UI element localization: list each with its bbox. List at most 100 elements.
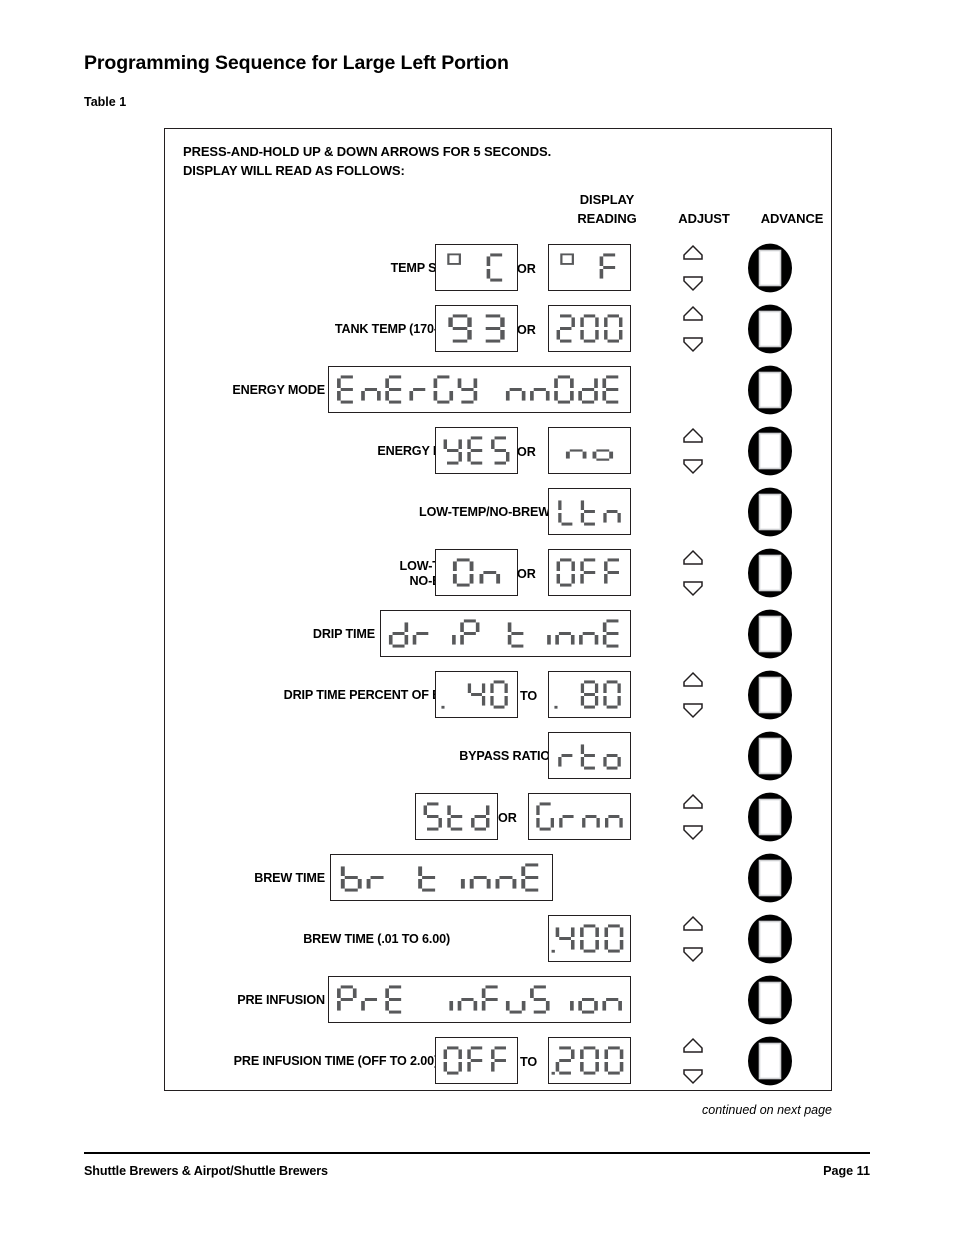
row-label: ENERGY MODE xyxy=(232,383,325,397)
lcd-display-secondary xyxy=(548,549,631,596)
adjust-arrows[interactable] xyxy=(682,244,704,292)
footer-page-number: Page 11 xyxy=(823,1164,870,1178)
column-header-display-reading-line1: DISPLAY xyxy=(579,192,635,207)
advance-button[interactable] xyxy=(747,304,793,354)
table-row: PRE INFUSION xyxy=(165,975,831,1026)
advance-button-icon xyxy=(748,304,792,354)
adjust-up-down-icon xyxy=(683,427,703,475)
row-conjunction: TO xyxy=(520,689,538,703)
advance-button-icon xyxy=(748,548,792,598)
row-label: PRE INFUSION TIME (OFF TO 2.00) xyxy=(233,1054,438,1068)
row-label: DRIP TIME PERCENT OF BREW xyxy=(283,688,470,702)
row-label: DRIP TIME xyxy=(312,627,375,641)
advance-button[interactable] xyxy=(747,792,793,842)
table-row: ENERGY MODE OR xyxy=(165,426,831,477)
adjust-up-down-icon xyxy=(683,1037,703,1085)
lcd-display-primary xyxy=(435,305,518,352)
adjust-up-down-icon xyxy=(683,305,703,353)
adjust-arrows[interactable] xyxy=(682,1037,704,1085)
column-header-display-reading-line2: READING xyxy=(577,211,637,226)
advance-button[interactable] xyxy=(747,853,793,903)
adjust-up-down-icon xyxy=(683,671,703,719)
table-row: TEMP SCALE OR xyxy=(165,243,831,294)
lcd-display-primary xyxy=(435,671,518,718)
row-conjunction: OR xyxy=(517,262,536,276)
lcd-display-secondary xyxy=(548,305,631,352)
adjust-up-down-icon xyxy=(683,549,703,597)
row-label: BREW TIME (.01 TO 6.00) xyxy=(303,932,450,946)
advance-button[interactable] xyxy=(747,914,793,964)
row-conjunction: OR xyxy=(517,323,536,337)
table-row: BREW TIME xyxy=(165,853,831,904)
adjust-arrows[interactable] xyxy=(682,305,704,353)
row-label: BREW TIME xyxy=(254,871,325,885)
lcd-display-primary xyxy=(435,427,518,474)
column-header-advance: ADVANCE xyxy=(760,211,824,226)
advance-button-icon xyxy=(748,1036,792,1086)
advance-button[interactable] xyxy=(747,1036,793,1086)
lcd-display-primary xyxy=(415,793,498,840)
advance-button[interactable] xyxy=(747,548,793,598)
advance-button[interactable] xyxy=(747,609,793,659)
advance-button[interactable] xyxy=(747,487,793,537)
advance-button-icon xyxy=(748,365,792,415)
advance-button-icon xyxy=(748,243,792,293)
lcd-display-primary xyxy=(435,1037,518,1084)
column-header-adjust: ADJUST xyxy=(678,211,730,226)
table-row: DRIP TIME PERCENT OF BREW TO xyxy=(165,670,831,721)
table-row: LOW-TEMP/ NO-BREWOR xyxy=(165,548,831,599)
advance-button-icon xyxy=(748,853,792,903)
lcd-display-primary xyxy=(435,549,518,596)
advance-button[interactable] xyxy=(747,975,793,1025)
adjust-arrows[interactable] xyxy=(682,427,704,475)
lcd-display-primary xyxy=(380,610,631,657)
lcd-display-primary xyxy=(330,854,553,901)
advance-button[interactable] xyxy=(747,426,793,476)
lcd-display-primary xyxy=(328,976,631,1023)
continued-note: continued on next page xyxy=(702,1103,832,1117)
adjust-arrows[interactable] xyxy=(682,915,704,963)
row-label: PRE INFUSION xyxy=(237,993,325,1007)
lcd-display-secondary xyxy=(548,427,631,474)
row-conjunction: TO xyxy=(520,1055,538,1069)
lcd-display-secondary xyxy=(548,915,631,962)
adjust-up-down-icon xyxy=(683,244,703,292)
lcd-display-secondary xyxy=(548,671,631,718)
table-row: BYPASS RATIO xyxy=(165,731,831,782)
advance-button-icon xyxy=(748,792,792,842)
row-conjunction: OR xyxy=(517,567,536,581)
column-header-display-reading: DISPLAY READING xyxy=(553,190,661,228)
row-conjunction: OR xyxy=(498,811,517,825)
row-conjunction: OR xyxy=(517,445,536,459)
advance-button-icon xyxy=(748,670,792,720)
table-row: OR xyxy=(165,792,831,843)
footer-divider xyxy=(84,1152,870,1154)
table-row: LOW-TEMP/NO-BREW xyxy=(165,487,831,538)
advance-button-icon xyxy=(748,975,792,1025)
page-title: Programming Sequence for Large Left Port… xyxy=(84,52,509,74)
lcd-display-primary xyxy=(328,366,631,413)
row-label: BYPASS RATIO xyxy=(459,749,550,763)
adjust-up-down-icon xyxy=(683,793,703,841)
table-row: BREW TIME (.01 TO 6.00) xyxy=(165,914,831,965)
advance-button[interactable] xyxy=(747,365,793,415)
advance-button[interactable] xyxy=(747,731,793,781)
lcd-display-secondary xyxy=(548,1037,631,1084)
advance-button-icon xyxy=(748,426,792,476)
table-row: ENERGY MODE xyxy=(165,365,831,416)
table-row: TANK TEMP (170-202F) OR xyxy=(165,304,831,355)
adjust-arrows[interactable] xyxy=(682,671,704,719)
lcd-display-secondary xyxy=(548,244,631,291)
adjust-arrows[interactable] xyxy=(682,549,704,597)
advance-button-icon xyxy=(748,731,792,781)
advance-button[interactable] xyxy=(747,243,793,293)
adjust-arrows[interactable] xyxy=(682,793,704,841)
row-label: LOW-TEMP/NO-BREW xyxy=(419,505,550,519)
lcd-display-secondary xyxy=(528,793,631,840)
table-row: DRIP TIME xyxy=(165,609,831,660)
lcd-display-secondary xyxy=(548,488,631,535)
table-caption: Table 1 xyxy=(84,95,127,109)
advance-button[interactable] xyxy=(747,670,793,720)
adjust-up-down-icon xyxy=(683,915,703,963)
lcd-display-secondary xyxy=(548,732,631,779)
